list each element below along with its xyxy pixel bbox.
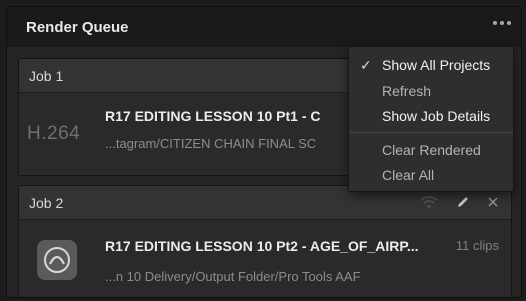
wifi-icon[interactable] xyxy=(419,195,439,212)
codec-badge: H.264 xyxy=(27,123,81,144)
job-actions xyxy=(419,193,499,213)
panel-title: Render Queue xyxy=(26,19,129,36)
more-options-button[interactable] xyxy=(491,17,513,33)
job-label: Job 1 xyxy=(29,68,64,84)
menu-item-show-job-details[interactable]: Show Job Details xyxy=(349,104,513,128)
panel-header: Render Queue xyxy=(7,7,521,47)
close-icon[interactable] xyxy=(487,195,499,211)
job-output-path: ...n 10 Delivery/Output Folder/Pro Tools… xyxy=(105,269,361,284)
render-queue-panel: Render Queue Job 1 H.264 R17 EDITING LES… xyxy=(6,6,522,298)
menu-item-clear-rendered[interactable]: Clear Rendered xyxy=(349,138,513,162)
menu-item-label: Show Job Details xyxy=(382,108,491,124)
job-output-path: ...tagram/CITIZEN CHAIN FINAL SC xyxy=(105,136,317,151)
options-menu: ✓ Show All Projects Refresh Show Job Det… xyxy=(348,46,514,192)
menu-item-label: Clear Rendered xyxy=(382,142,481,158)
job-label: Job 2 xyxy=(29,195,64,211)
job-title: R17 EDITING LESSON 10 Pt2 - AGE_OF_AIRP.… xyxy=(105,238,419,254)
pro-tools-icon xyxy=(37,240,77,280)
check-icon: ✓ xyxy=(360,57,372,73)
clip-count: 11 clips xyxy=(455,238,499,253)
job-details: R17 EDITING LESSON 10 Pt2 - AGE_OF_AIRP.… xyxy=(19,221,511,297)
menu-item-label: Show All Projects xyxy=(382,57,491,73)
menu-separator xyxy=(349,132,513,133)
job-title: R17 EDITING LESSON 10 Pt1 - C xyxy=(105,108,321,124)
menu-item-refresh[interactable]: Refresh xyxy=(349,79,513,103)
job-card-2[interactable]: Job 2 R17 EDITING LESSON 10 Pt2 - AGE_OF… xyxy=(18,185,512,297)
menu-item-show-all-projects[interactable]: ✓ Show All Projects xyxy=(349,53,513,77)
menu-item-label: Clear All xyxy=(382,167,435,183)
edit-pencil-icon[interactable] xyxy=(455,194,471,213)
menu-item-label: Refresh xyxy=(382,83,432,99)
menu-item-clear-all[interactable]: Clear All xyxy=(349,163,513,187)
more-dots-icon xyxy=(493,21,511,25)
